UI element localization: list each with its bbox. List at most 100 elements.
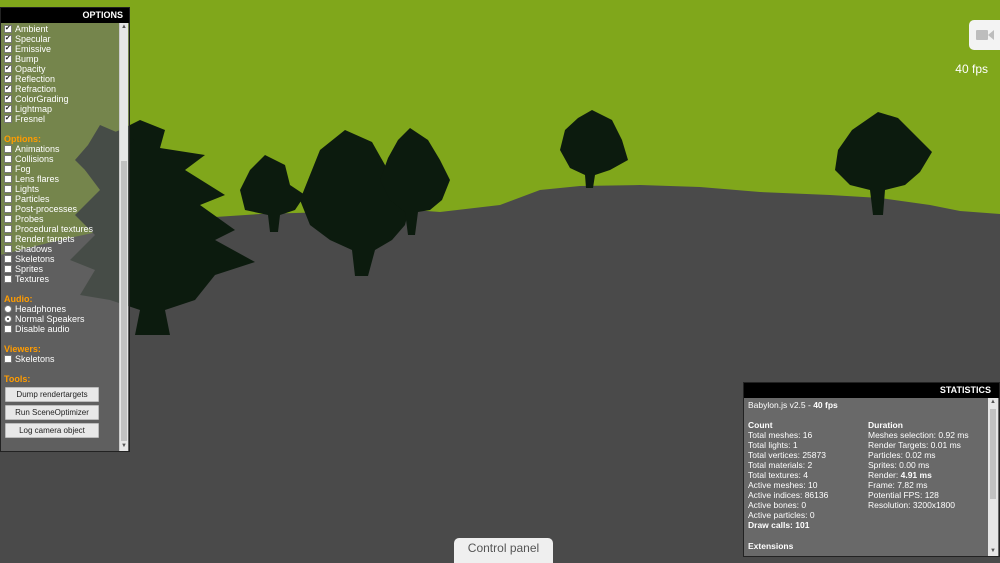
- option-label[interactable]: Animations: [15, 144, 60, 154]
- checkbox-option[interactable]: Fog: [4, 164, 119, 174]
- checkbox-option[interactable]: Opacity: [4, 64, 119, 74]
- checkbox-option[interactable]: Animations: [4, 144, 119, 154]
- radio-option[interactable]: Normal Speakers: [4, 314, 119, 324]
- option-label[interactable]: ColorGrading: [15, 94, 69, 104]
- tool-button[interactable]: Dump rendertargets: [5, 387, 99, 402]
- option-label[interactable]: Emissive: [15, 44, 51, 54]
- checkbox[interactable]: [4, 195, 12, 203]
- option-label[interactable]: Lights: [15, 184, 39, 194]
- checkbox-option[interactable]: Shadows: [4, 244, 119, 254]
- checkbox-option[interactable]: ColorGrading: [4, 94, 119, 104]
- statistics-scroll-thumb[interactable]: [990, 409, 996, 499]
- checkbox-option[interactable]: Procedural textures: [4, 224, 119, 234]
- radio-option[interactable]: Headphones: [4, 304, 119, 314]
- scroll-up-arrow-icon[interactable]: ▲: [989, 398, 997, 407]
- checkbox[interactable]: [4, 24, 12, 34]
- option-label[interactable]: Fog: [15, 164, 31, 174]
- option-label[interactable]: Lightmap: [15, 104, 52, 114]
- control-panel-button[interactable]: Control panel: [454, 538, 553, 563]
- option-label[interactable]: Refraction: [15, 84, 56, 94]
- option-label[interactable]: Fresnel: [15, 114, 45, 124]
- checkbox-option[interactable]: Post-processes: [4, 204, 119, 214]
- checkbox-option[interactable]: Skeletons: [4, 254, 119, 264]
- option-label[interactable]: Post-processes: [15, 204, 77, 214]
- option-label[interactable]: Normal Speakers: [15, 314, 85, 324]
- option-label[interactable]: Opacity: [15, 64, 46, 74]
- checkbox[interactable]: [4, 205, 12, 213]
- option-label[interactable]: Collisions: [15, 154, 54, 164]
- checkbox-option[interactable]: Specular: [4, 34, 119, 44]
- option-label[interactable]: Ambient: [15, 24, 48, 34]
- checkbox[interactable]: [4, 275, 12, 283]
- radio-button[interactable]: [4, 315, 12, 323]
- option-label[interactable]: Probes: [15, 214, 44, 224]
- scroll-up-arrow-icon[interactable]: ▲: [120, 23, 128, 32]
- option-label[interactable]: Procedural textures: [15, 224, 93, 234]
- checkbox-option[interactable]: Reflection: [4, 74, 119, 84]
- stat-line: Frame: 7.82 ms: [868, 480, 928, 490]
- checkbox[interactable]: [4, 265, 12, 273]
- option-label[interactable]: Render targets: [15, 234, 75, 244]
- checkbox[interactable]: [4, 355, 12, 363]
- checkbox[interactable]: [4, 165, 12, 173]
- checkbox[interactable]: [4, 245, 12, 253]
- checkbox-option[interactable]: Render targets: [4, 234, 119, 244]
- checkbox-option[interactable]: Skeletons: [4, 354, 119, 364]
- checkbox[interactable]: [4, 64, 12, 74]
- checkbox[interactable]: [4, 235, 12, 243]
- checkbox[interactable]: [4, 255, 12, 263]
- checkbox-option[interactable]: Disable audio: [4, 324, 119, 334]
- checkbox[interactable]: [4, 94, 12, 104]
- checkbox-option[interactable]: Lightmap: [4, 104, 119, 114]
- checkbox-option[interactable]: Lens flares: [4, 174, 119, 184]
- checkbox-option[interactable]: Lights: [4, 184, 119, 194]
- option-label[interactable]: Textures: [15, 274, 49, 284]
- checkbox-option[interactable]: Refraction: [4, 84, 119, 94]
- checkbox-option[interactable]: Emissive: [4, 44, 119, 54]
- checkbox[interactable]: [4, 34, 12, 44]
- checkbox[interactable]: [4, 175, 12, 183]
- checkbox-option[interactable]: Textures: [4, 274, 119, 284]
- checkbox[interactable]: [4, 155, 12, 163]
- option-label[interactable]: Particles: [15, 194, 50, 204]
- radio-button[interactable]: [4, 305, 12, 313]
- checkbox[interactable]: [4, 185, 12, 193]
- option-label[interactable]: Specular: [15, 34, 51, 44]
- checkbox-option[interactable]: Fresnel: [4, 114, 119, 124]
- checkbox[interactable]: [4, 225, 12, 233]
- tool-button[interactable]: Log camera object: [5, 423, 99, 438]
- stat-line: Total materials: 2: [748, 460, 813, 470]
- checkbox[interactable]: [4, 104, 12, 114]
- checkbox-option[interactable]: Collisions: [4, 154, 119, 164]
- checkbox[interactable]: [4, 325, 12, 333]
- checkbox-option[interactable]: Sprites: [4, 264, 119, 274]
- option-label[interactable]: Reflection: [15, 74, 55, 84]
- option-label[interactable]: Sprites: [15, 264, 43, 274]
- option-label[interactable]: Bump: [15, 54, 39, 64]
- scroll-down-arrow-icon[interactable]: ▼: [989, 547, 997, 556]
- checkbox-option[interactable]: Probes: [4, 214, 119, 224]
- checkbox-option[interactable]: Bump: [4, 54, 119, 64]
- options-scrollbar[interactable]: ▲ ▼: [119, 23, 128, 451]
- checkbox[interactable]: [4, 74, 12, 84]
- checkbox[interactable]: [4, 215, 12, 223]
- statistics-scrollbar[interactable]: ▲ ▼: [988, 398, 998, 556]
- option-label[interactable]: Skeletons: [15, 254, 55, 264]
- checkbox-option[interactable]: Ambient: [4, 24, 119, 34]
- options-scroll-thumb[interactable]: [121, 161, 127, 441]
- option-label[interactable]: Disable audio: [15, 324, 70, 334]
- checkbox-option[interactable]: Particles: [4, 194, 119, 204]
- checkbox[interactable]: [4, 54, 12, 64]
- camera-button[interactable]: [969, 20, 1000, 50]
- checkbox[interactable]: [4, 44, 12, 54]
- checkbox[interactable]: [4, 84, 12, 94]
- checkbox[interactable]: [4, 145, 12, 153]
- scroll-down-arrow-icon[interactable]: ▼: [120, 442, 128, 451]
- checkbox[interactable]: [4, 114, 12, 124]
- option-label[interactable]: Skeletons: [15, 354, 55, 364]
- tool-button[interactable]: Run SceneOptimizer: [5, 405, 99, 420]
- option-label[interactable]: Shadows: [15, 244, 52, 254]
- option-label[interactable]: Headphones: [15, 304, 66, 314]
- options-checkbox-list: Animations Collisions Fog Lens flares Lights…: [4, 144, 119, 284]
- option-label[interactable]: Lens flares: [15, 174, 59, 184]
